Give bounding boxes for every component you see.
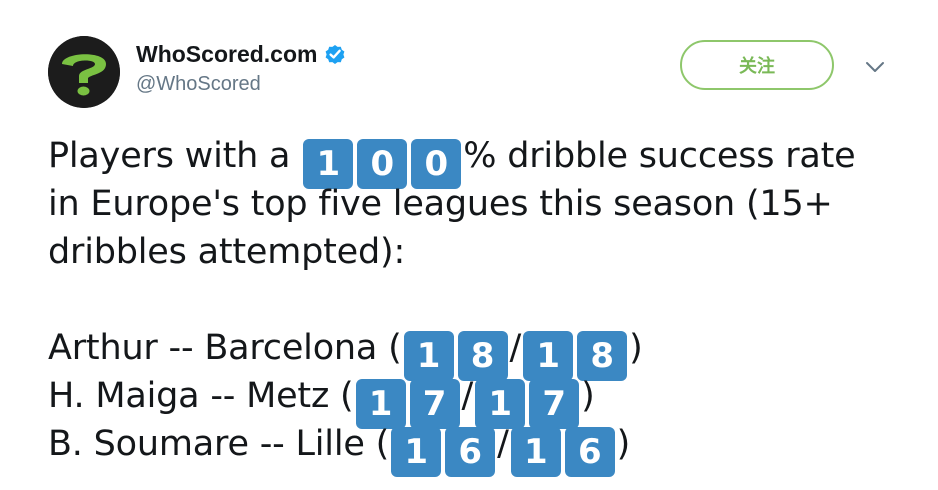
tweet-header: WhoScored.com @WhoScored 关注	[48, 36, 898, 110]
tweet-line-1-suffix: % dribble success rate	[463, 136, 856, 176]
player-line-maiga: H. Maiga -- Metz (1 7/1 7)	[48, 372, 918, 429]
player-prefix: B. Soumare -- Lille (	[48, 424, 390, 464]
display-name[interactable]: WhoScored.com	[136, 40, 317, 68]
tweet-line-3: dribbles attempted):	[48, 232, 406, 272]
account-names: WhoScored.com @WhoScored	[136, 40, 347, 96]
whoscored-logo-icon	[48, 36, 120, 108]
player-suffix: )	[616, 424, 631, 464]
tweet-line-2: in Europe's top five leagues this season…	[48, 184, 833, 224]
verified-badge-icon	[326, 45, 345, 64]
chevron-down-icon[interactable]	[864, 60, 886, 74]
player-suffix: )	[581, 376, 595, 416]
display-name-row[interactable]: WhoScored.com	[136, 40, 347, 68]
follow-button[interactable]: 关注	[680, 40, 834, 90]
player-prefix: Arthur -- Barcelona (	[48, 328, 402, 368]
keycap-digit: 1	[510, 427, 561, 477]
keycap-digit: 6	[564, 427, 615, 477]
player-suffix: )	[629, 328, 643, 368]
tweet-line-1-prefix: Players with a	[48, 136, 302, 176]
avatar[interactable]	[48, 36, 120, 108]
keycap-digit: 6	[445, 427, 496, 477]
keycap-digit: 1	[391, 427, 442, 477]
player-line-soumare: B. Soumare -- Lille (1 6/1 6)	[48, 420, 918, 477]
player-prefix: H. Maiga -- Metz (	[48, 376, 354, 416]
slash: /	[509, 328, 522, 368]
handle[interactable]: @WhoScored	[136, 72, 347, 96]
player-line-arthur: Arthur -- Barcelona (1 8/1 8)	[48, 324, 918, 381]
tweet-line-1: Players with a 1 0 0% dribble success rate	[48, 132, 918, 189]
slash: /	[461, 376, 474, 416]
tweet-text: Players with a 1 0 0% dribble success rate…	[48, 132, 918, 477]
slash: /	[497, 424, 509, 464]
